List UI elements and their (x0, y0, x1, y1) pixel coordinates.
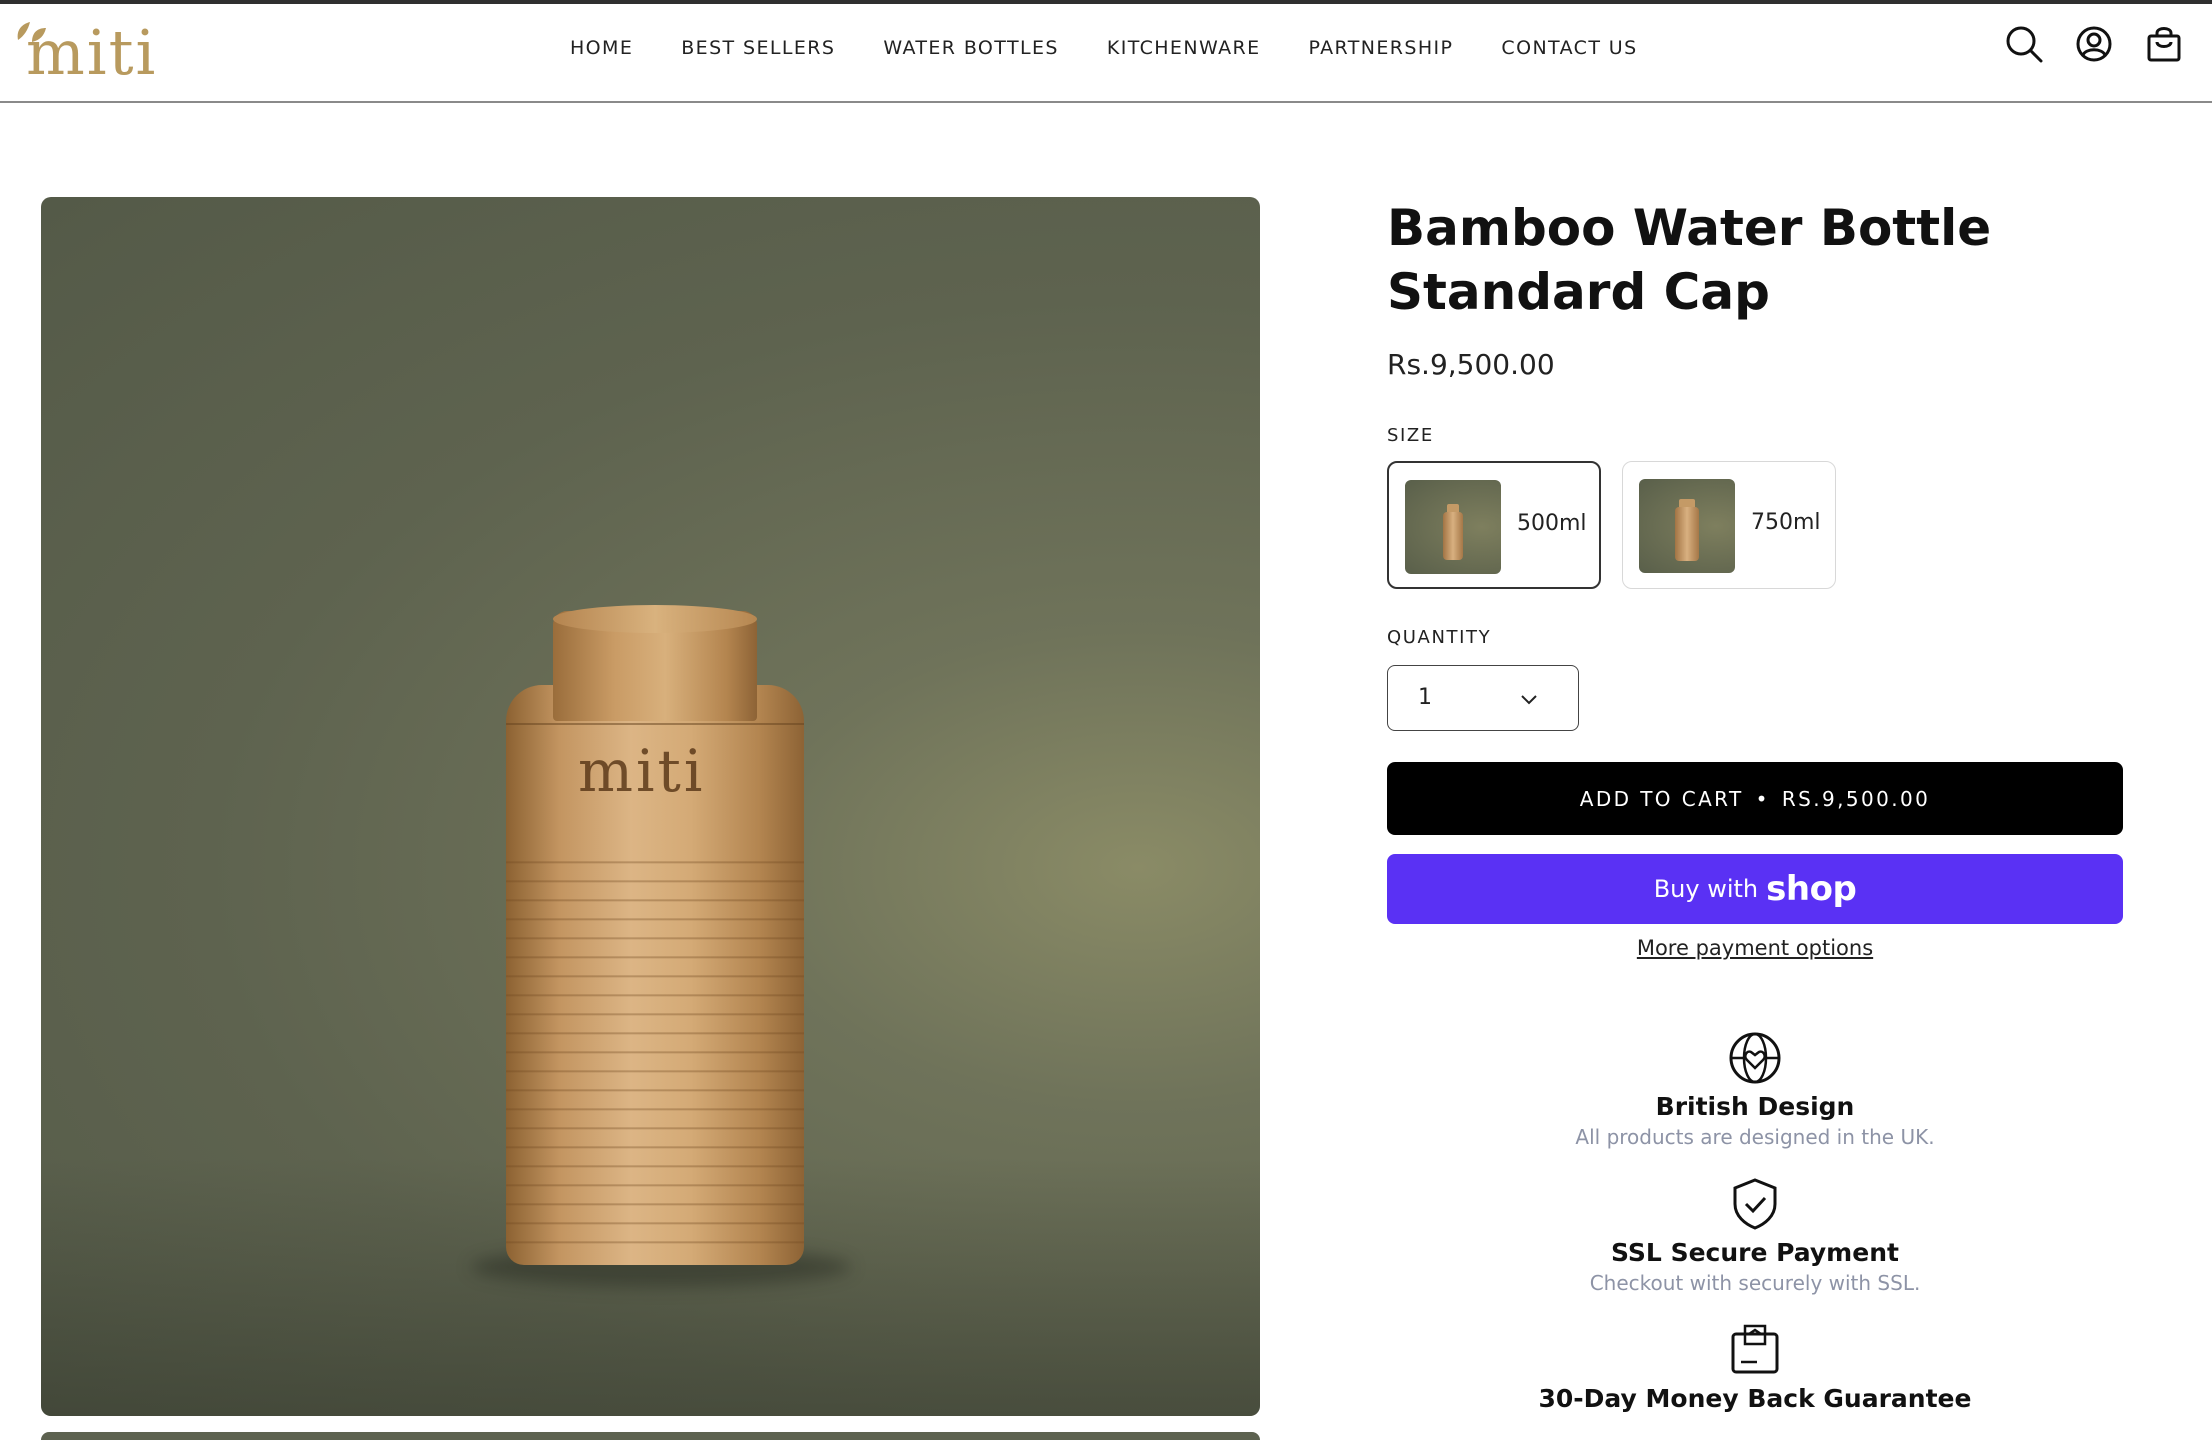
bottle-seam (506, 723, 804, 725)
product-price: Rs.9,500.00 (1387, 348, 1555, 381)
header-actions (2004, 24, 2184, 64)
next-gallery-image[interactable] (41, 1432, 1260, 1440)
brand-logo[interactable]: miti (12, 16, 182, 89)
product-title-line1: Bamboo Water Bottle (1387, 199, 1992, 257)
feature-ssl-secure-payment: SSL Secure Payment Checkout with securel… (1387, 1176, 2123, 1295)
search-icon[interactable] (2004, 24, 2044, 64)
feature-title: British Design (1655, 1092, 1855, 1121)
feature-subtitle: Checkout with securely with SSL. (1589, 1271, 1921, 1295)
chevron-down-icon (1521, 695, 1537, 705)
size-option-label: 500ml (1517, 511, 1587, 536)
mini-bottle (1675, 507, 1699, 561)
shop-wordmark: shop (1766, 869, 1857, 909)
bottle-cap-top (553, 605, 757, 633)
add-to-cart-button[interactable]: ADD TO CART • RS.9,500.00 (1387, 762, 2123, 835)
size-thumbnail (1405, 480, 1501, 574)
more-payment-options-link[interactable]: More payment options (1387, 936, 2123, 960)
bottle-rings (506, 845, 804, 1245)
shield-check-icon (1733, 1178, 1777, 1230)
mini-bottle (1443, 512, 1463, 560)
product-main-image[interactable]: miti (41, 197, 1260, 1416)
nav-water-bottles[interactable]: WATER BOTTLES (883, 37, 1059, 59)
size-option-500ml[interactable]: 500ml (1387, 461, 1601, 589)
box-return-icon (1731, 1324, 1779, 1374)
buy-with-shop-button[interactable]: Buy with shop (1387, 854, 2123, 924)
bottle-engraved-logo: miti (578, 737, 706, 805)
nav-partnership[interactable]: PARTNERSHIP (1309, 37, 1454, 59)
account-icon[interactable] (2074, 24, 2114, 64)
size-option-750ml[interactable]: 750ml (1622, 461, 1836, 589)
site-header: miti HOME BEST SELLERS WATER BOTTLES KIT… (0, 4, 2212, 103)
cart-icon[interactable] (2144, 24, 2184, 64)
nav-kitchenware[interactable]: KITCHENWARE (1107, 37, 1261, 59)
product-title-line2: Standard Cap (1387, 263, 1770, 321)
feature-money-back: 30-Day Money Back Guarantee (1387, 1322, 2123, 1413)
feature-british-design: British Design All products are designed… (1387, 1030, 2123, 1149)
quantity-select[interactable]: 1 (1387, 665, 1579, 731)
product-title: Bamboo Water Bottle Standard Cap (1387, 196, 2107, 324)
buy-with-label: Buy with (1653, 875, 1759, 903)
nav-home[interactable]: HOME (570, 37, 633, 59)
add-to-cart-label: ADD TO CART (1579, 786, 1744, 811)
nav-contact-us[interactable]: CONTACT US (1501, 37, 1637, 59)
feature-title: 30-Day Money Back Guarantee (1538, 1384, 1972, 1413)
size-thumbnail (1639, 479, 1735, 573)
quantity-value: 1 (1418, 685, 1432, 710)
main-nav: HOME BEST SELLERS WATER BOTTLES KITCHENW… (570, 4, 1686, 92)
add-to-cart-separator: • (1755, 786, 1770, 811)
feature-title: SSL Secure Payment (1611, 1238, 1899, 1267)
nav-best-sellers[interactable]: BEST SELLERS (681, 37, 835, 59)
feature-subtitle: All products are designed in the UK. (1575, 1125, 1935, 1149)
quantity-label: QUANTITY (1387, 627, 1492, 648)
bottle-body: miti (506, 685, 804, 1265)
globe-heart-icon (1729, 1032, 1781, 1084)
logo-text: miti (26, 16, 158, 89)
add-to-cart-price: RS.9,500.00 (1781, 786, 1931, 811)
size-label: SIZE (1387, 425, 1434, 446)
size-option-label: 750ml (1751, 510, 1821, 535)
